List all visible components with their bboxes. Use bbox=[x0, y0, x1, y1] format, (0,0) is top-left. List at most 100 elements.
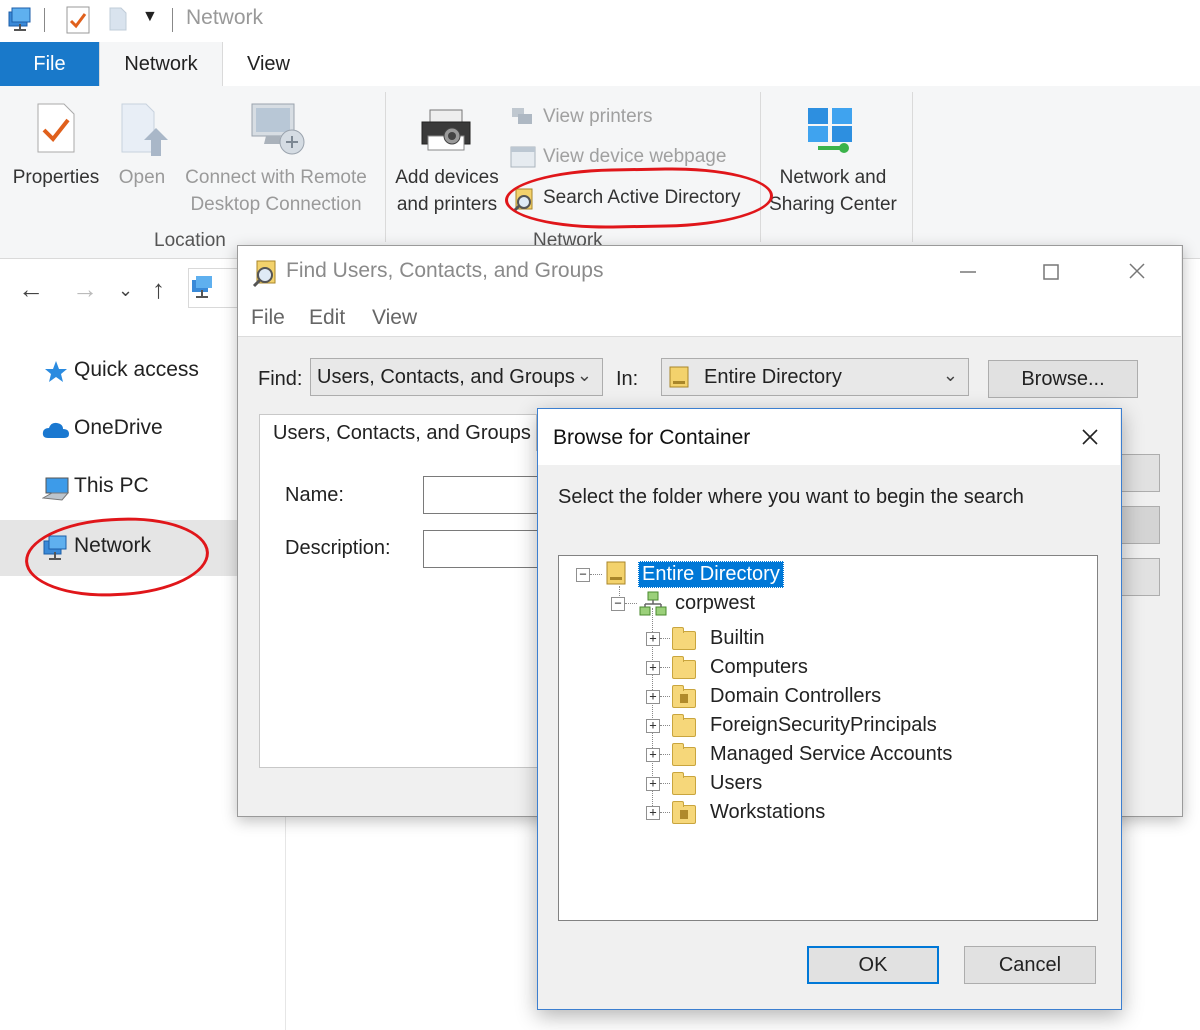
name-label: Name: bbox=[285, 484, 344, 506]
browse-button-label: Browse... bbox=[1021, 368, 1105, 390]
folder-icon bbox=[672, 743, 696, 766]
menu-edit[interactable]: Edit bbox=[309, 306, 345, 330]
organizational-unit-icon bbox=[672, 685, 696, 708]
up-arrow-icon[interactable]: ↑ bbox=[152, 274, 165, 305]
tree-item-container[interactable]: + Workstations bbox=[559, 800, 1079, 828]
nav-onedrive-label: OneDrive bbox=[74, 416, 163, 439]
ok-button[interactable]: OK bbox=[807, 946, 939, 984]
folder-icon bbox=[672, 772, 696, 795]
tab-network[interactable]: Network bbox=[99, 42, 223, 86]
cancel-button[interactable]: Cancel bbox=[964, 946, 1096, 984]
in-scope-value: Entire Directory bbox=[704, 366, 842, 388]
tab-view[interactable]: View bbox=[221, 42, 316, 86]
nav-quick-access[interactable]: Quick access bbox=[0, 344, 238, 400]
minimize-button[interactable] bbox=[954, 256, 982, 284]
tree-connector bbox=[590, 574, 602, 575]
cloud-icon bbox=[42, 422, 69, 438]
connect-remote-label-2: Desktop Connection bbox=[190, 194, 362, 215]
maximize-button[interactable] bbox=[1038, 258, 1066, 286]
tree-item-container[interactable]: + Domain Controllers bbox=[559, 684, 1079, 712]
nav-this-pc[interactable]: This PC bbox=[0, 460, 238, 516]
title-bar bbox=[0, 0, 1200, 42]
forward-arrow-icon[interactable]: → bbox=[72, 274, 98, 305]
tree-item-container[interactable]: + Builtin bbox=[559, 626, 1079, 654]
tab-users-contacts-groups[interactable]: Users, Contacts, and Groups bbox=[259, 414, 537, 451]
expand-toggle[interactable]: + bbox=[646, 719, 660, 733]
expand-toggle[interactable]: + bbox=[646, 690, 660, 704]
find-dialog-title: Find Users, Contacts, and Groups bbox=[286, 259, 604, 282]
find-label: Find: bbox=[258, 368, 303, 390]
add-devices-printers-button[interactable]: Add devices and printers bbox=[390, 164, 504, 218]
description-input[interactable] bbox=[423, 530, 543, 568]
collapse-domain-toggle[interactable]: − bbox=[611, 597, 625, 611]
tree-connector bbox=[660, 725, 670, 726]
view-device-webpage-button[interactable]: View device webpage bbox=[543, 146, 726, 168]
menu-file[interactable]: File bbox=[251, 306, 285, 330]
tree-item-container[interactable]: + Users bbox=[559, 771, 1079, 799]
recent-locations-chevron-icon[interactable]: ⌄ bbox=[118, 280, 133, 301]
back-arrow-icon[interactable]: ← bbox=[18, 274, 44, 305]
new-folder-quick-icon[interactable] bbox=[108, 6, 128, 32]
tree-item-container[interactable]: + Computers bbox=[559, 655, 1079, 683]
properties-button[interactable]: Properties bbox=[8, 164, 104, 191]
tree-item-label: Workstations bbox=[710, 801, 826, 823]
in-scope-combobox[interactable]: Entire Directory ⌄ bbox=[661, 358, 969, 396]
find-type-value: Users, Contacts, and Groups bbox=[317, 366, 575, 388]
expand-toggle[interactable]: + bbox=[646, 777, 660, 791]
tree-item-container[interactable]: + ForeignSecurityPrincipals bbox=[559, 713, 1079, 741]
content-divider bbox=[285, 816, 286, 1030]
name-input[interactable] bbox=[423, 476, 543, 514]
open-button[interactable]: Open bbox=[112, 164, 172, 191]
expand-toggle[interactable]: + bbox=[646, 748, 660, 762]
connect-remote-desktop-button[interactable]: Connect with Remote Desktop Connection bbox=[178, 164, 374, 218]
clear-all-button[interactable] bbox=[1118, 558, 1160, 596]
close-icon[interactable] bbox=[1124, 258, 1152, 286]
view-printers-button[interactable]: View printers bbox=[543, 106, 652, 128]
nav-quick-access-label: Quick access bbox=[74, 358, 199, 381]
remote-desktop-icon bbox=[248, 100, 308, 158]
computer-icon bbox=[42, 477, 70, 501]
tree-item-label: ForeignSecurityPrincipals bbox=[710, 714, 937, 736]
connect-remote-label-1: Connect with Remote bbox=[185, 167, 367, 188]
open-icon bbox=[120, 102, 172, 158]
tab-file[interactable]: File bbox=[0, 42, 99, 86]
properties-label: Properties bbox=[12, 167, 100, 188]
menu-view[interactable]: View bbox=[372, 306, 417, 330]
tree-connector bbox=[660, 638, 670, 639]
ribbon-group-separator bbox=[760, 92, 761, 242]
find-now-button[interactable] bbox=[1118, 454, 1160, 492]
tree-connector bbox=[625, 603, 637, 604]
expand-toggle[interactable]: + bbox=[646, 661, 660, 675]
tree-connector bbox=[660, 783, 670, 784]
nav-this-pc-label: This PC bbox=[74, 474, 149, 497]
tab-users-contacts-groups-label: Users, Contacts, and Groups bbox=[273, 422, 531, 444]
add-devices-label-2: and printers bbox=[396, 194, 498, 215]
ribbon-group-separator bbox=[385, 92, 386, 242]
stop-button[interactable] bbox=[1118, 506, 1160, 544]
browse-button[interactable]: Browse... bbox=[988, 360, 1138, 398]
network-sharing-center-button[interactable]: Network and Sharing Center bbox=[764, 164, 902, 218]
address-bar[interactable] bbox=[188, 268, 241, 308]
container-tree[interactable]: − Entire Directory − corpwest + Builtin + C… bbox=[558, 555, 1098, 921]
expand-toggle[interactable]: + bbox=[646, 806, 660, 820]
tree-connector bbox=[660, 667, 670, 668]
collapse-root-toggle[interactable]: − bbox=[576, 568, 590, 582]
separator bbox=[172, 8, 173, 32]
directory-icon bbox=[606, 561, 626, 585]
chevron-down-icon: ⌄ bbox=[942, 365, 958, 385]
tree-item-container[interactable]: + Managed Service Accounts bbox=[559, 742, 1079, 770]
close-icon[interactable] bbox=[1076, 423, 1104, 451]
nav-onedrive[interactable]: OneDrive bbox=[0, 402, 238, 458]
tree-item-entire-directory[interactable]: Entire Directory bbox=[638, 561, 784, 588]
tree-item-label: Users bbox=[710, 772, 763, 794]
find-type-combobox[interactable]: Users, Contacts, and Groups ⌄ bbox=[310, 358, 603, 396]
tree-item-label: Managed Service Accounts bbox=[710, 743, 953, 765]
properties-quick-icon[interactable] bbox=[66, 6, 90, 34]
expand-toggle[interactable]: + bbox=[646, 632, 660, 646]
customize-quick-access-dropdown[interactable]: ▼ bbox=[142, 8, 158, 26]
sharing-center-label-2: Sharing Center bbox=[769, 194, 897, 215]
directory-icon bbox=[669, 366, 689, 388]
tree-item-domain[interactable]: corpwest bbox=[675, 592, 755, 615]
window-title: Network bbox=[186, 6, 264, 29]
browse-prompt: Select the folder where you want to begi… bbox=[558, 486, 1024, 508]
